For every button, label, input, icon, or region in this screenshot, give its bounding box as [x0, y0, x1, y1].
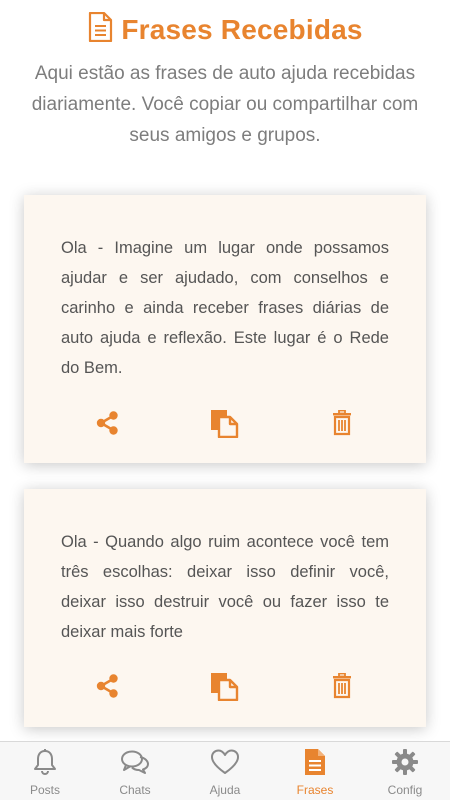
tab-config[interactable]: Config: [360, 742, 450, 800]
copy-button[interactable]: [206, 670, 242, 706]
tab-label: Posts: [29, 783, 60, 797]
trash-icon: [330, 409, 354, 441]
delete-button[interactable]: [324, 407, 360, 443]
chat-bubbles-icon: [120, 748, 150, 781]
page-title: Frases Recebidas: [121, 13, 363, 45]
share-button[interactable]: [89, 407, 125, 443]
phrase-card: Ola - Quando algo ruim acontece você tem…: [24, 489, 426, 727]
phrase-text: Ola - Imagine um lugar onde possamos aju…: [61, 239, 389, 377]
card-actions: [24, 407, 426, 443]
tab-bar: Posts Chats Ajuda Frases Config: [0, 741, 450, 800]
tab-label: Chats: [119, 783, 151, 797]
gear-icon: [391, 748, 419, 781]
tab-label: Config: [387, 783, 423, 797]
document-icon: [303, 748, 327, 781]
heart-icon: [210, 748, 240, 781]
tab-posts[interactable]: Posts: [0, 742, 90, 800]
page-header: Frases Recebidas: [0, 11, 450, 47]
tab-label: Ajuda: [209, 783, 241, 797]
copy-button[interactable]: [206, 407, 242, 443]
share-icon: [94, 673, 120, 704]
document-icon: [87, 11, 113, 47]
trash-icon: [330, 672, 354, 704]
tab-label: Frases: [296, 783, 334, 797]
copy-icon: [209, 408, 239, 443]
delete-button[interactable]: [324, 670, 360, 706]
card-actions: [24, 670, 426, 706]
tab-chats[interactable]: Chats: [90, 742, 180, 800]
page-subtitle: Aqui estão as frases de auto ajuda receb…: [31, 63, 419, 146]
bell-icon: [31, 748, 59, 781]
copy-icon: [209, 671, 239, 706]
share-icon: [94, 410, 120, 441]
phrase-text: Ola - Quando algo ruim acontece você tem…: [61, 533, 389, 641]
tab-frases[interactable]: Frases: [270, 742, 360, 800]
tab-ajuda[interactable]: Ajuda: [180, 742, 270, 800]
share-button[interactable]: [89, 670, 125, 706]
phrase-card: Ola - Imagine um lugar onde possamos aju…: [24, 195, 426, 463]
